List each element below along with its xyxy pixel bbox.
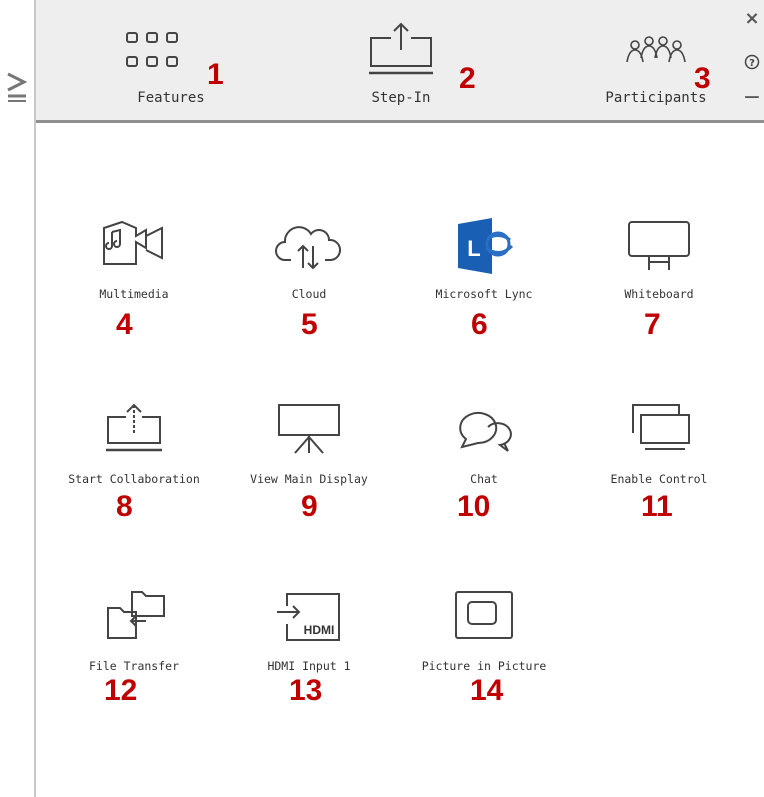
- feature-label: View Main Display: [250, 472, 368, 486]
- tab-participants[interactable]: Participants: [581, 0, 731, 120]
- annotation-number: 6: [471, 308, 488, 341]
- enable-control-icon: [632, 404, 690, 450]
- grid-icon: [126, 32, 178, 67]
- features-panel: Features 1 Step-In 2 Participants 3 × ? …: [34, 0, 764, 797]
- start-collaboration-icon: [106, 403, 162, 452]
- annotation-number: 10: [457, 490, 491, 523]
- annotation-number: 13: [289, 674, 323, 707]
- feature-label: HDMI Input 1: [267, 659, 351, 673]
- whiteboard-icon: [628, 221, 690, 270]
- feature-label: Chat: [470, 472, 498, 486]
- feature-start-collaboration[interactable]: Start Collaboration: [49, 403, 219, 503]
- lync-icon: L: [458, 218, 514, 274]
- hdmi-icon-text: HDMI: [304, 623, 335, 637]
- feature-whiteboard[interactable]: Whiteboard: [574, 218, 744, 318]
- multimedia-icon: [103, 220, 163, 265]
- feature-label: Start Collaboration: [68, 472, 200, 486]
- annotation-number: 3: [694, 62, 711, 95]
- close-button[interactable]: ×: [742, 8, 762, 29]
- left-strip: [0, 0, 34, 797]
- annotation-number: 2: [459, 62, 476, 95]
- annotation-number: 1: [207, 58, 224, 91]
- annotation-number: 11: [641, 490, 673, 523]
- feature-enable-control[interactable]: Enable Control: [574, 403, 744, 503]
- feature-label: File Transfer: [88, 659, 179, 673]
- main-display-icon: [278, 404, 340, 454]
- feature-chat[interactable]: Chat: [399, 403, 569, 503]
- annotation-number: 12: [104, 674, 138, 707]
- annotation-number: 8: [116, 490, 133, 523]
- hdmi-input-icon: HDMI: [277, 593, 340, 641]
- annotation-number: 5: [301, 308, 318, 341]
- feature-view-main-display[interactable]: View Main Display: [224, 403, 394, 503]
- cloud-icon: [275, 226, 341, 270]
- feature-cloud[interactable]: Cloud: [224, 218, 394, 318]
- file-transfer-icon: [107, 591, 165, 639]
- annotation-number: 7: [644, 308, 661, 341]
- people-icon: [626, 36, 686, 63]
- upload-tray-icon: [369, 22, 433, 75]
- feature-label: Whiteboard: [624, 287, 694, 301]
- minimize-button[interactable]: −: [742, 87, 762, 109]
- feature-label: Picture in Picture: [421, 659, 547, 673]
- tab-step-in-label: Step-In: [371, 90, 431, 106]
- feature-label: Microsoft Lync: [435, 287, 533, 301]
- annotation-number: 14: [470, 674, 504, 707]
- annotation-number: 4: [116, 308, 133, 341]
- feature-label: Cloud: [291, 287, 327, 301]
- tab-features-label: Features: [137, 90, 205, 106]
- picture-in-picture-icon: [455, 591, 513, 639]
- help-button[interactable]: ?: [742, 52, 762, 72]
- help-icon: ?: [744, 54, 760, 70]
- annotation-number: 9: [301, 490, 318, 523]
- app-logo-icon: [7, 72, 28, 102]
- svg-text:L: L: [467, 236, 480, 261]
- feature-microsoft-lync[interactable]: L Microsoft Lync: [399, 218, 569, 318]
- feature-multimedia[interactable]: Multimedia: [49, 218, 219, 318]
- tab-step-in[interactable]: Step-In: [326, 0, 476, 120]
- feature-label: Multimedia: [99, 287, 169, 301]
- chat-icon: [459, 412, 512, 452]
- feature-label: Enable Control: [610, 472, 708, 486]
- help-glyph: ?: [749, 58, 755, 69]
- top-toolbar: Features 1 Step-In 2 Participants 3 × ? …: [36, 0, 764, 123]
